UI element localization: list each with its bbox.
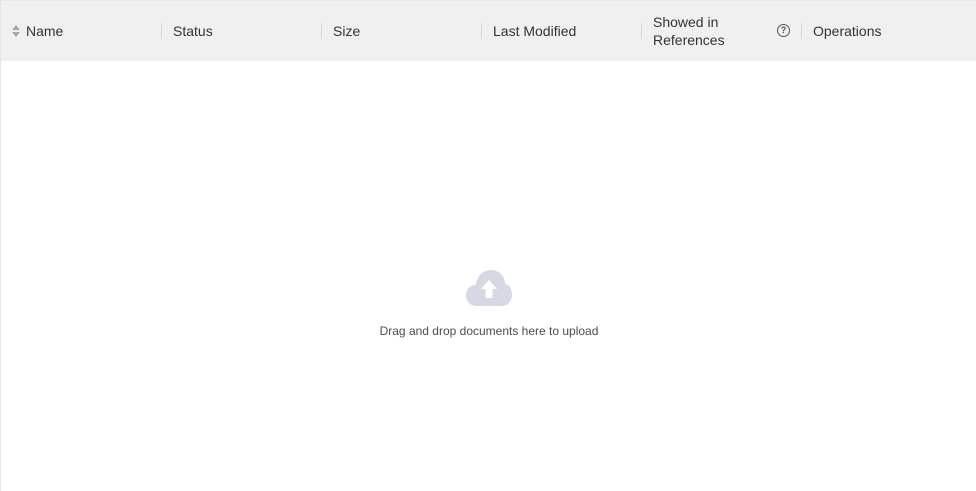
column-divider[interactable] xyxy=(161,23,162,39)
column-header-status: Status xyxy=(173,1,213,61)
column-header-size: Size xyxy=(333,1,360,61)
column-header-name[interactable]: Name xyxy=(11,1,63,61)
sort-descending-icon xyxy=(12,32,20,37)
column-header-label: Size xyxy=(333,23,361,39)
column-divider[interactable] xyxy=(641,23,642,39)
sort-ascending-icon xyxy=(12,25,20,30)
column-header-label: Status xyxy=(173,23,213,39)
column-header-label-line2: References xyxy=(653,32,725,48)
question-circle-icon[interactable]: ? xyxy=(777,24,790,37)
column-divider[interactable] xyxy=(321,23,322,39)
column-header-last-modified: Last Modified xyxy=(493,1,576,61)
empty-state-message: Drag and drop documents here to upload xyxy=(379,324,599,338)
column-header-label: Operations xyxy=(813,23,882,39)
upload-drop-zone[interactable]: Drag and drop documents here to upload xyxy=(1,268,976,338)
column-header-label-line1: Showed in xyxy=(653,14,719,30)
column-header-label: Name xyxy=(26,23,64,39)
column-divider[interactable] xyxy=(481,23,482,39)
table-header: Name Status Size Last Modified Showed in… xyxy=(1,0,976,61)
column-header-label: Last Modified xyxy=(493,23,577,39)
column-divider[interactable] xyxy=(801,23,802,39)
column-header-operations: Operations xyxy=(813,1,881,61)
cloud-upload-icon xyxy=(466,270,512,306)
sort-icon[interactable] xyxy=(11,25,21,37)
documents-panel: Name Status Size Last Modified Showed in… xyxy=(0,0,976,491)
column-header-showed-in-references: Showed in References xyxy=(653,1,725,61)
